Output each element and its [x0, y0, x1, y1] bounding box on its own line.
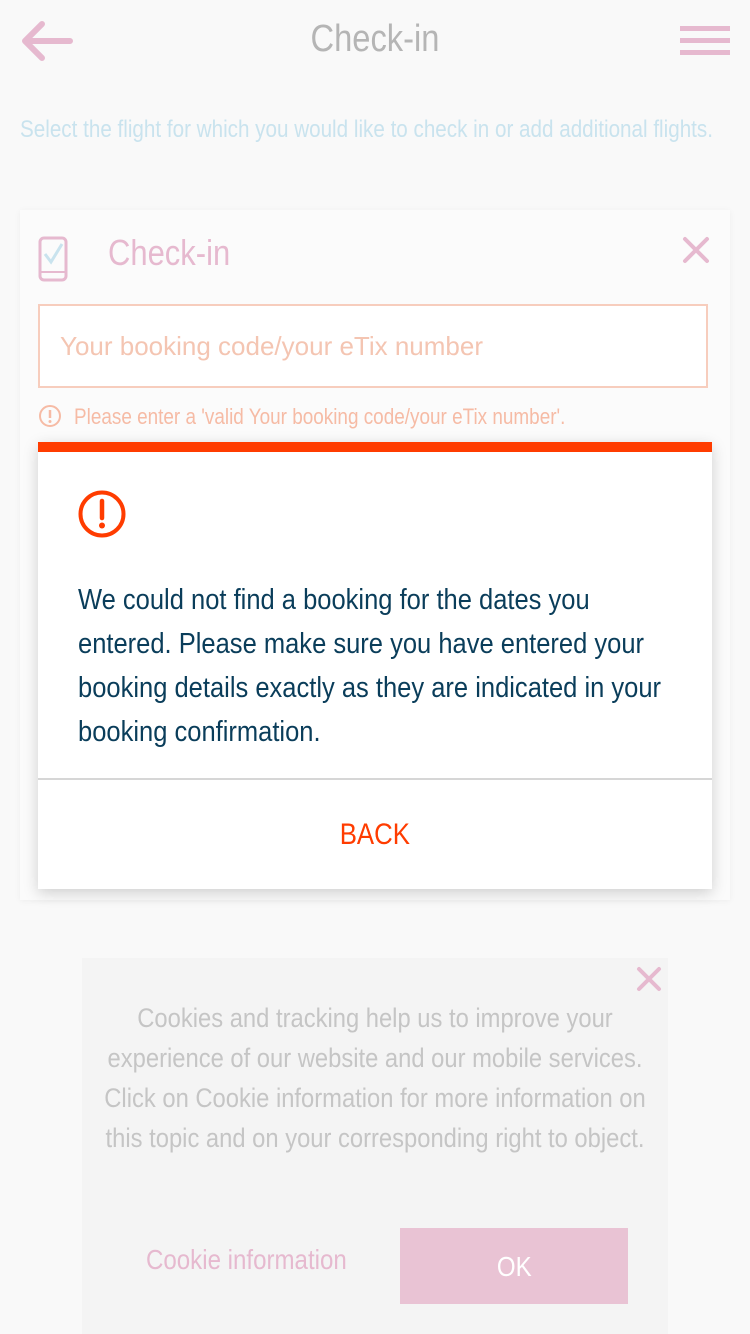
cookie-ok-button[interactable]: OK	[400, 1228, 628, 1304]
close-icon	[683, 237, 709, 263]
cookie-text: Cookies and tracking help us to improve …	[104, 1003, 646, 1153]
back-dialog-button[interactable]: BACK	[38, 780, 712, 889]
field-error-text: Please enter a 'valid Your booking code/…	[74, 404, 566, 429]
intro-text: Select the flight for which you would li…	[20, 116, 713, 143]
field-error: Please enter a 'valid Your booking code/…	[38, 404, 718, 430]
cookie-banner: Cookies and tracking help us to improve …	[82, 958, 668, 1334]
header-bar: Check-in	[0, 0, 750, 82]
card-title: Check-in	[108, 232, 231, 273]
close-icon	[637, 967, 661, 991]
alert-circle-icon	[38, 404, 62, 428]
menu-button[interactable]	[680, 24, 730, 58]
hamburger-menu-icon	[680, 26, 730, 55]
close-cookie-button[interactable]	[636, 966, 662, 992]
booking-code-input[interactable]	[38, 304, 708, 388]
error-dialog: We could not find a booking for the date…	[38, 442, 712, 889]
cookie-information-link[interactable]: Cookie information	[146, 1244, 379, 1276]
alert-circle-icon	[78, 490, 126, 538]
dialog-message: We could not find a booking for the date…	[78, 584, 662, 748]
phone-check-icon	[38, 236, 68, 282]
close-card-button[interactable]	[682, 236, 710, 264]
page-title: Check-in	[310, 18, 440, 60]
